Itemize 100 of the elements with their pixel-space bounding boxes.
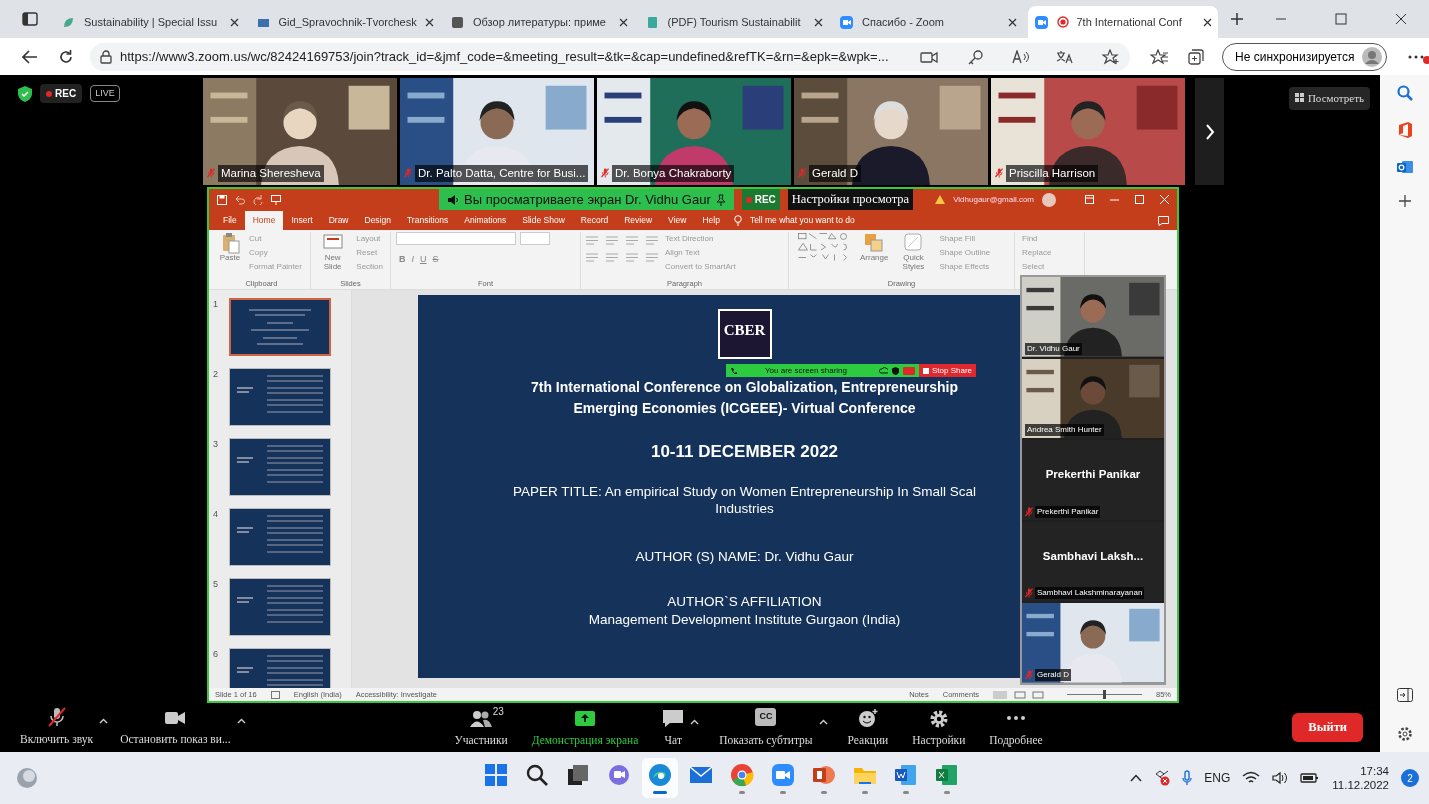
ribbon-tab[interactable]: File [215,211,245,230]
captions-button[interactable]: CC Показать субтитры [715,706,817,749]
quick-styles-button[interactable]: Quick Styles [894,232,933,272]
browser-tab[interactable]: Спасибо - Zoom [833,6,1023,38]
stop-share-button[interactable]: Stop Share [919,364,977,377]
settings-button[interactable]: Настройки [908,707,970,749]
add-icon[interactable] [1398,195,1411,207]
ribbon-tab[interactable]: Animations [456,211,515,230]
undo-icon[interactable] [235,194,245,205]
paste-button[interactable]: Paste [218,232,242,263]
translate-icon[interactable] [1056,49,1074,64]
slide-thumbnail[interactable] [229,438,331,496]
format-button[interactable]: I [408,253,417,267]
browser-tab[interactable]: 7th International Conf [1027,6,1218,38]
comment-icon[interactable] [1158,215,1169,226]
close-icon[interactable] [230,17,239,27]
caret-icon[interactable] [818,718,828,725]
font-size-field[interactable] [520,232,550,245]
ribbon-command[interactable]: Text Direction [663,232,716,246]
input-language[interactable]: ENG [1204,769,1231,787]
more-button[interactable]: Подробнее [985,707,1047,749]
mail-icon[interactable] [1395,159,1414,175]
ribbon-tab[interactable]: Home [244,211,284,230]
account-avatar-icon[interactable] [1042,192,1057,207]
settings-icon[interactable] [1396,726,1413,742]
ribbon-command[interactable]: Layout [354,232,383,246]
chevron-up-icon[interactable] [1130,774,1143,782]
ribbon-tab[interactable]: Insert [283,211,321,230]
ribbon-tab[interactable]: Record [572,211,617,230]
new-tab-icon[interactable] [1230,12,1244,26]
close-icon[interactable] [1008,17,1017,27]
ribbon-command[interactable]: Cut [247,232,264,246]
office-icon[interactable] [1396,121,1413,139]
close-icon[interactable] [424,17,434,27]
arrange-button[interactable]: Arrange [859,232,890,263]
collections-icon[interactable] [1188,48,1204,65]
caret-icon[interactable] [99,718,109,725]
notification-badge[interactable]: 2 [1401,769,1419,787]
ribbon-command[interactable]: Shape Effects [937,260,992,274]
sidebar-toggle-icon[interactable] [1396,688,1413,702]
format-button[interactable]: U [417,253,430,267]
ribbon-command[interactable]: Reset [354,246,380,260]
browser-tab[interactable]: Gid_Spravochnik-Tvorchesk [249,6,440,38]
refresh-icon[interactable] [58,48,74,65]
browser-tab[interactable]: (PDF) Tourism Sustainabilit [638,6,829,38]
new-slide-button[interactable]: New Slide [316,232,350,272]
read-aloud-icon[interactable] [1012,49,1030,64]
presenter-icon[interactable] [271,194,281,205]
ribbon-tab[interactable]: Transitions [398,211,457,230]
ribbon-command[interactable]: Find [1020,232,1040,246]
ribbon-tab[interactable]: View [660,211,695,230]
caret-icon[interactable] [236,718,246,725]
close-icon[interactable] [1202,17,1212,27]
maximize-icon[interactable] [1335,13,1347,25]
close-icon[interactable] [619,17,628,27]
save-icon[interactable] [217,194,227,205]
ribbon-command[interactable]: Copy [247,246,270,260]
notes-check-icon[interactable] [270,690,280,699]
font-name-field[interactable] [396,232,516,245]
close-icon[interactable] [813,17,823,27]
ribbon-tab[interactable]: Help [694,211,728,230]
sync-error-icon[interactable] [1154,770,1171,786]
slide-thumbnail[interactable] [229,578,331,636]
ribbon-command[interactable]: Convert to SmartArt [663,260,738,274]
chat-button[interactable]: Чат [658,707,689,749]
stop-video-button[interactable]: Остановить показ ви... [116,706,235,749]
microphone-icon[interactable] [1182,770,1193,786]
ribbon-command[interactable]: Format Painter [247,260,304,274]
redo-icon[interactable] [253,194,263,205]
share-screen-button[interactable]: Демонстрация экрана [527,707,643,749]
view-settings-button[interactable]: Настройки просмотра [787,189,914,210]
view-button[interactable]: Посмотреть [1288,87,1370,110]
camera-icon[interactable] [920,50,938,63]
reactions-button[interactable]: Реакции [843,707,893,749]
battery-icon[interactable] [1300,772,1321,784]
format-button[interactable]: S [429,253,442,267]
tell-me-search[interactable]: Tell me what you want to do [749,213,855,227]
slide-thumbnail[interactable] [229,368,331,426]
ribbon-tab[interactable]: Draw [320,211,357,230]
ribbon-command[interactable]: Shape Fill [937,232,978,246]
volume-icon[interactable] [1272,771,1289,785]
wifi-icon[interactable] [1242,771,1261,785]
favorites-icon[interactable] [1150,48,1168,65]
slide-thumbnail[interactable] [229,508,331,566]
leave-button[interactable]: Выйти [1292,713,1363,742]
ribbon-command[interactable]: Section [354,260,385,274]
format-button[interactable]: B [396,253,409,267]
ribbon-command[interactable]: Shape Outline [937,246,993,260]
clock-date[interactable]: 11.12.2022 [1332,778,1389,793]
clock-time[interactable]: 17:34 [1360,763,1389,778]
browser-tab[interactable]: Sustainability | Special Issu [55,6,245,38]
key-icon[interactable] [968,48,984,65]
back-icon[interactable] [22,49,38,64]
unmute-button[interactable]: Включить звук [16,706,98,749]
ribbon-command[interactable]: Replace [1020,246,1054,260]
ribbon-display-icon[interactable] [1085,195,1094,204]
browser-tab[interactable]: Обзор литературы: приме [444,6,634,38]
close-icon[interactable] [1395,13,1407,25]
ribbon-tab[interactable]: Design [356,211,399,230]
ribbon-tab[interactable]: Slide Show [514,211,573,230]
